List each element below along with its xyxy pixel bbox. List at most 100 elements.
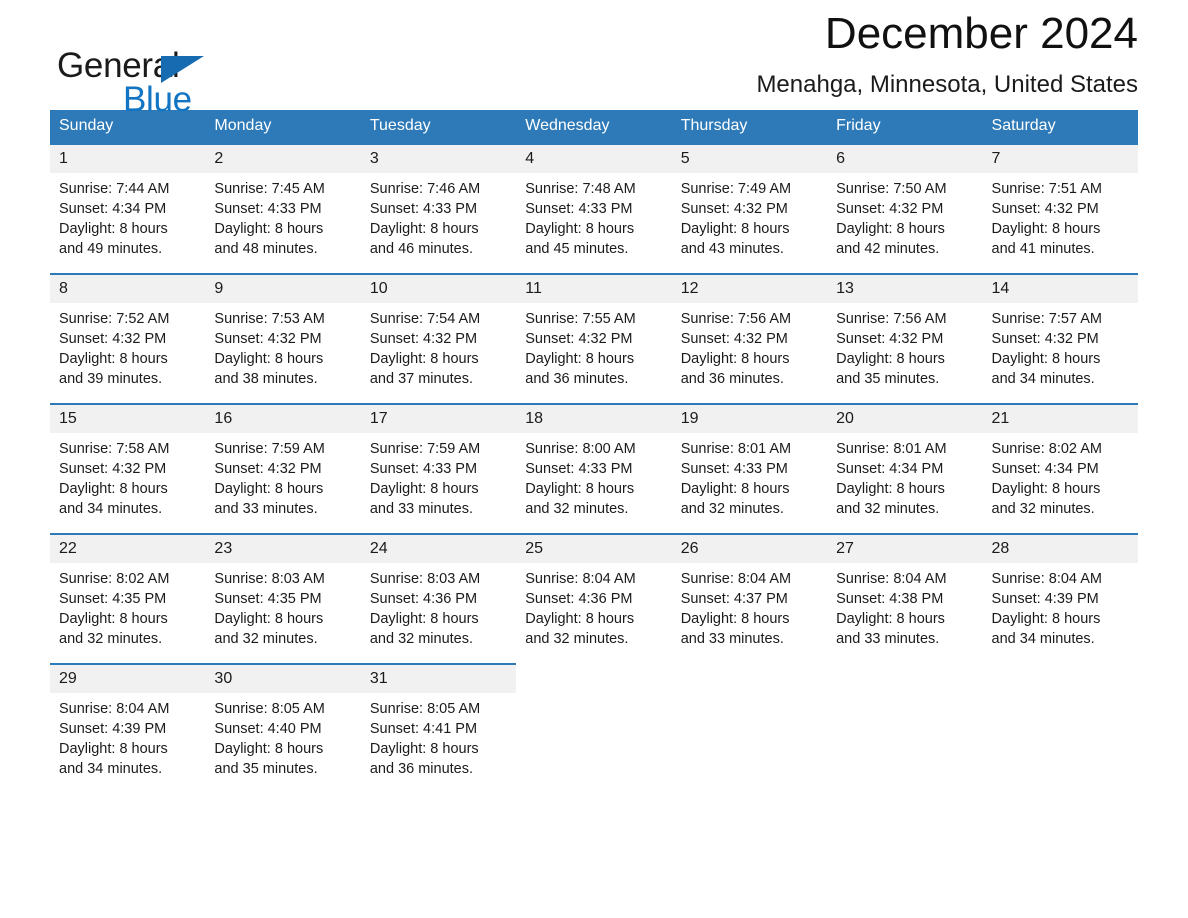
daylight-text-line2: and 34 minutes. (59, 761, 163, 777)
day-detail-cell: Sunrise: 8:03 AM Sunset: 4:36 PM Daylight:… (360, 563, 517, 651)
day-number-cell[interactable]: 25 (516, 533, 672, 563)
day-detail-cell-empty (671, 693, 828, 781)
daylight-text-line2: and 46 minutes. (369, 241, 474, 257)
day-number-cell[interactable]: 23 (205, 533, 361, 563)
sunrise-text: Sunrise: 8:01 AM (680, 441, 792, 457)
sunrise-text: Sunrise: 7:53 AM (214, 311, 325, 327)
day-cell-empty (516, 664, 672, 693)
sunset-text: Sunset: 4:35 PM (214, 591, 322, 607)
day-number-cell[interactable]: 16 (205, 403, 361, 433)
day-number-cell[interactable]: 19 (671, 403, 828, 433)
sunrise-text: Sunrise: 8:04 AM (59, 701, 170, 717)
general-blue-logo[interactable]: General Blue (57, 47, 317, 119)
weekday-header-tuesday: Tuesday (360, 110, 517, 144)
day-number-cell[interactable]: 12 (671, 273, 828, 303)
calendar-page: General Blue December 2024 Menahga, Minn… (0, 0, 1188, 918)
day-number-cell[interactable]: 4 (516, 143, 672, 173)
day-number-cell[interactable]: 26 (671, 533, 828, 563)
sunset-text: Sunset: 4:41 PM (369, 721, 478, 737)
sunrise-text: Sunrise: 7:52 AM (59, 311, 170, 327)
day-number-cell[interactable]: 13 (827, 273, 983, 303)
day-detail-cell: Sunrise: 8:05 AM Sunset: 4:40 PM Daylight:… (205, 693, 361, 781)
day-number-cell[interactable]: 27 (827, 533, 983, 563)
sunrise-text: Sunrise: 7:49 AM (680, 181, 792, 197)
sunset-text: Sunset: 4:32 PM (214, 461, 322, 477)
day-detail-cell: Sunrise: 8:04 AM Sunset: 4:37 PM Daylight:… (671, 563, 828, 651)
sunset-text: Sunset: 4:33 PM (525, 201, 633, 217)
daylight-text-line1: Daylight: 8 hours (369, 221, 479, 237)
day-number-cell[interactable]: 18 (516, 403, 672, 433)
sunrise-text: Sunrise: 7:55 AM (525, 311, 636, 327)
sunset-text: Sunset: 4:38 PM (836, 591, 944, 607)
day-number-cell[interactable]: 9 (205, 273, 361, 303)
day-number-cell[interactable]: 2 (205, 143, 361, 173)
daylight-text-line1: Daylight: 8 hours (214, 741, 324, 757)
daylight-text-line1: Daylight: 8 hours (369, 481, 479, 497)
daylight-text-line2: and 35 minutes. (836, 371, 940, 387)
day-number-cell[interactable]: 6 (827, 143, 983, 173)
day-detail-cell: Sunrise: 8:01 AM Sunset: 4:34 PM Daylight:… (827, 433, 983, 521)
day-number-cell[interactable]: 8 (50, 273, 206, 303)
sunset-text: Sunset: 4:40 PM (214, 721, 322, 737)
day-detail-cell: Sunrise: 8:00 AM Sunset: 4:33 PM Daylight:… (516, 433, 672, 521)
sunrise-text: Sunrise: 7:56 AM (836, 311, 947, 327)
day-number-cell[interactable]: 1 (50, 143, 206, 173)
day-number-cell[interactable]: 20 (827, 403, 983, 433)
daylight-text-line2: and 34 minutes. (59, 501, 163, 517)
day-number-cell[interactable]: 24 (360, 533, 517, 563)
day-detail-cell: Sunrise: 7:50 AM Sunset: 4:32 PM Daylight:… (827, 173, 983, 261)
day-cell-empty (671, 664, 828, 693)
day-detail-cell: Sunrise: 7:44 AM Sunset: 4:34 PM Daylight:… (50, 173, 206, 261)
day-number-cell[interactable]: 7 (982, 143, 1138, 173)
daylight-text-line1: Daylight: 8 hours (991, 221, 1101, 237)
sunrise-text: Sunrise: 7:50 AM (836, 181, 947, 197)
daylight-text-line1: Daylight: 8 hours (836, 481, 945, 497)
daylight-text-line2: and 42 minutes. (836, 241, 940, 257)
daylight-text-line1: Daylight: 8 hours (836, 351, 945, 367)
day-number-cell[interactable]: 10 (360, 273, 517, 303)
day-number-row: 1234567 (50, 143, 1138, 173)
sunrise-text: Sunrise: 8:05 AM (369, 701, 481, 717)
weekday-header-wednesday: Wednesday (516, 110, 672, 144)
day-number-cell[interactable]: 17 (360, 403, 517, 433)
daylight-text-line2: and 32 minutes. (369, 631, 474, 647)
sunset-text: Sunset: 4:32 PM (836, 201, 944, 217)
day-number-cell[interactable]: 30 (205, 663, 361, 693)
daylight-text-line1: Daylight: 8 hours (214, 351, 324, 367)
weekday-header-thursday: Thursday (671, 110, 828, 144)
day-number-cell[interactable]: 15 (50, 403, 206, 433)
day-number-cell[interactable]: 5 (671, 143, 828, 173)
day-number-cell[interactable]: 3 (360, 143, 517, 173)
daylight-text-line1: Daylight: 8 hours (59, 481, 168, 497)
calendar-body: 1 2 3 4 5 6 7 Sunrise: 7:44 AM Sunset: 4:34 PM Da… (50, 143, 1138, 781)
page-title: December 2024 (824, 9, 1138, 58)
sunset-text: Sunset: 4:33 PM (369, 461, 478, 477)
sunrise-text: Sunrise: 7:59 AM (369, 441, 481, 457)
calendar-table: Sunday Monday Tuesday Wednesday Thursday… (50, 110, 1138, 781)
day-number-cell[interactable]: 22 (50, 533, 206, 563)
day-number-cell[interactable]: 21 (982, 403, 1138, 433)
day-number-cell[interactable]: 29 (50, 663, 206, 693)
weekday-header-saturday: Saturday (982, 110, 1138, 144)
day-cell-empty (982, 664, 1138, 693)
day-number-cell[interactable]: 11 (516, 273, 672, 303)
daylight-text-line2: and 36 minutes. (525, 371, 629, 387)
sunrise-text: Sunrise: 8:04 AM (836, 571, 947, 587)
daylight-text-line1: Daylight: 8 hours (836, 221, 945, 237)
day-number-cell[interactable]: 14 (982, 273, 1138, 303)
day-detail-cell-empty (982, 693, 1138, 781)
daylight-text-line2: and 35 minutes. (214, 761, 318, 777)
sunset-text: Sunset: 4:34 PM (991, 461, 1099, 477)
daylight-text-line1: Daylight: 8 hours (59, 351, 168, 367)
daylight-text-line2: and 36 minutes. (680, 371, 784, 387)
day-number-cell[interactable]: 28 (982, 533, 1138, 563)
daylight-text-line1: Daylight: 8 hours (214, 611, 324, 627)
daylight-text-line1: Daylight: 8 hours (525, 611, 635, 627)
daylight-text-line1: Daylight: 8 hours (680, 611, 790, 627)
daylight-text-line2: and 48 minutes. (214, 241, 318, 257)
day-number-cell[interactable]: 31 (360, 663, 517, 693)
day-detail-cell: Sunrise: 8:04 AM Sunset: 4:39 PM Daylight:… (982, 563, 1138, 651)
day-number-row: 8 9 10 11 12 13 14 (50, 273, 1138, 303)
week-separator (50, 521, 1138, 534)
day-detail-row: Sunrise: 7:44 AM Sunset: 4:34 PM Daylight:… (50, 173, 1138, 261)
